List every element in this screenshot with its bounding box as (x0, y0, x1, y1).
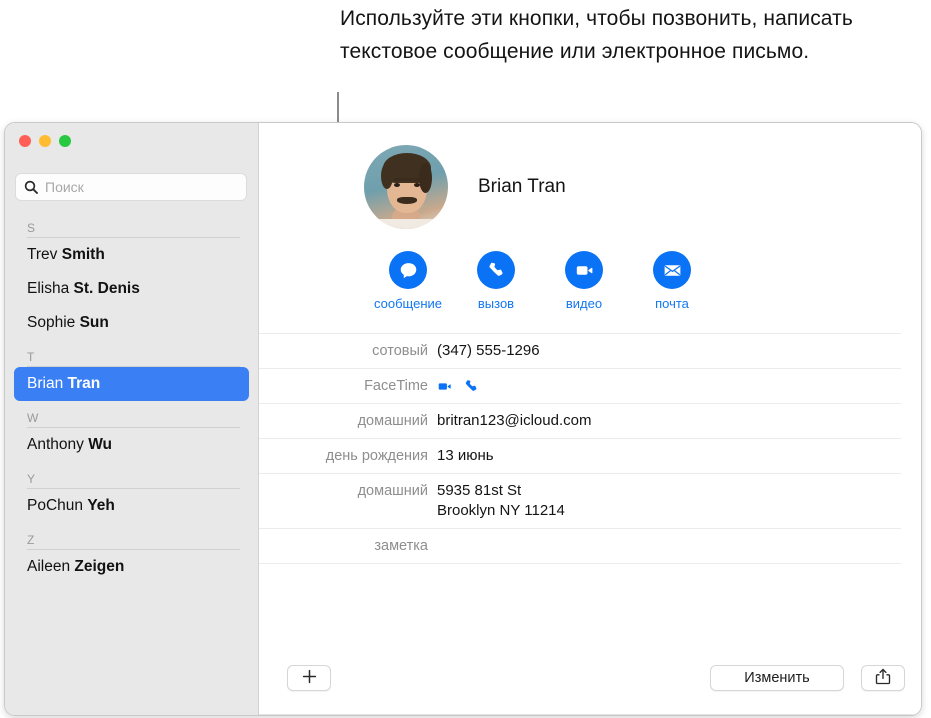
facetime-video-icon[interactable] (437, 378, 454, 395)
contact-last-name: Zeigen (74, 558, 125, 575)
avatar-hair-left (381, 163, 393, 189)
plus-icon (302, 669, 317, 688)
contact-field-value[interactable]: (347) 555-1296 (437, 341, 540, 361)
contact-field-row[interactable]: день рождения 13 июнь (259, 439, 901, 474)
action-button-label: видео (565, 296, 603, 311)
edit-button[interactable]: Изменить (710, 665, 844, 691)
section-header-w: W (27, 411, 39, 425)
contact-list-item[interactable]: Brian Tran (14, 367, 249, 401)
sidebar: STrev SmithElisha St. DenisSophie SunTBr… (5, 123, 259, 715)
video-icon[interactable] (565, 251, 603, 289)
mail-icon[interactable] (653, 251, 691, 289)
search-icon (24, 180, 38, 194)
action-button-phone[interactable]: вызов (475, 251, 517, 311)
message-icon[interactable] (389, 251, 427, 289)
contact-field-label: сотовый (372, 343, 428, 359)
bottom-toolbar: Изменить (259, 653, 921, 715)
contact-list-item[interactable]: Anthony Wu (14, 428, 249, 462)
section-header-t: T (27, 350, 35, 364)
search-input[interactable] (45, 179, 225, 195)
contact-field-value[interactable]: 13 июнь (437, 446, 494, 466)
contact-first-name: Brian (27, 375, 68, 392)
contact-field-row[interactable]: домашний britran123@icloud.com (259, 404, 901, 439)
toolbar-divider (259, 714, 921, 715)
section-header-z: Z (27, 533, 35, 547)
contact-field-value[interactable]: britran123@icloud.com (437, 411, 591, 431)
contact-field-label: домашний (357, 413, 428, 429)
contact-field-row[interactable]: сотовый (347) 555-1296 (259, 333, 901, 369)
action-button-label: сообщение (374, 296, 443, 311)
contacts-window: STrev SmithElisha St. DenisSophie SunTBr… (4, 122, 922, 716)
action-button-message[interactable]: сообщение (374, 251, 442, 311)
contact-fields: сотовый (347) 555-1296 FaceTime домашний bri… (259, 333, 921, 564)
contact-first-name: Sophie (27, 314, 80, 331)
avatar-mustache (397, 197, 417, 204)
contact-list-item[interactable]: Aileen Zeigen (14, 550, 249, 584)
avatar-eye-right (414, 183, 420, 187)
contact-list-item[interactable]: Trev Smith (14, 238, 249, 272)
contact-field-value-line: 5935 81st St (437, 482, 522, 499)
zoom-window-button[interactable] (59, 135, 71, 147)
contact-list-item[interactable]: Elisha St. Denis (14, 272, 249, 306)
contact-field-label: FaceTime (364, 378, 428, 394)
facetime-audio-icon[interactable] (463, 378, 480, 395)
contact-list[interactable]: S Trev Smith Elisha St. Denis Sophie Sun T Br… (5, 211, 258, 715)
action-button-mail[interactable]: почта (651, 251, 693, 311)
share-icon (875, 668, 891, 689)
contact-last-name: St. Denis (73, 280, 140, 297)
action-button-label: почта (655, 296, 689, 311)
contact-field-value-line: Brooklyn NY 11214 (437, 502, 565, 519)
contact-field-row[interactable]: домашний 5935 81st St Brooklyn NY 11214 (259, 474, 901, 529)
close-window-button[interactable] (19, 135, 31, 147)
contact-field-label: заметка (374, 538, 428, 554)
avatar-shirt (370, 219, 442, 229)
contact-field-label: день рождения (325, 448, 428, 464)
contact-first-name: Aileen (27, 558, 75, 575)
action-button-video[interactable]: видео (563, 251, 605, 311)
window-controls (19, 135, 71, 147)
contact-header: Brian Tran (259, 123, 921, 229)
action-button-label: вызов (477, 296, 515, 311)
contact-first-name: Elisha (27, 280, 74, 297)
contact-list-item[interactable]: Sophie Sun (14, 306, 249, 340)
contact-last-name: Wu (88, 436, 113, 453)
contact-field-row[interactable]: FaceTime (259, 369, 901, 404)
contact-first-name: Anthony (27, 436, 89, 453)
contact-name: Brian Tran (478, 176, 566, 197)
contact-field-label: домашний (357, 483, 428, 499)
contact-first-name: Trev (27, 246, 62, 263)
action-button-row: сообщение вызов видео почта (259, 229, 921, 311)
contact-detail-pane: Brian Tran сообщение вызов видео почта сото… (259, 123, 921, 715)
contact-last-name: Tran (67, 375, 101, 392)
contact-first-name: PoChun (27, 497, 88, 514)
avatar-hair-right (419, 163, 432, 193)
contact-last-name: Smith (61, 246, 105, 263)
section-header-y: Y (27, 472, 36, 486)
contact-list-item[interactable]: PoChun Yeh (14, 489, 249, 523)
avatar-brow (394, 178, 420, 181)
section-header-s: S (27, 221, 36, 235)
avatar-eye-left (394, 183, 400, 187)
contact-field-row[interactable]: заметка (259, 529, 901, 564)
search-field[interactable] (15, 173, 247, 201)
minimize-window-button[interactable] (39, 135, 51, 147)
avatar[interactable] (364, 145, 448, 229)
add-contact-button[interactable] (287, 665, 331, 691)
share-button[interactable] (861, 665, 905, 691)
callout-text: Используйте эти кнопки, чтобы позвонить,… (340, 7, 853, 63)
phone-icon[interactable] (477, 251, 515, 289)
contact-last-name: Sun (79, 314, 109, 331)
contact-field-value[interactable]: 5935 81st St Brooklyn NY 11214 (437, 481, 565, 521)
contact-last-name: Yeh (87, 497, 115, 514)
contact-field-value[interactable] (437, 376, 480, 396)
